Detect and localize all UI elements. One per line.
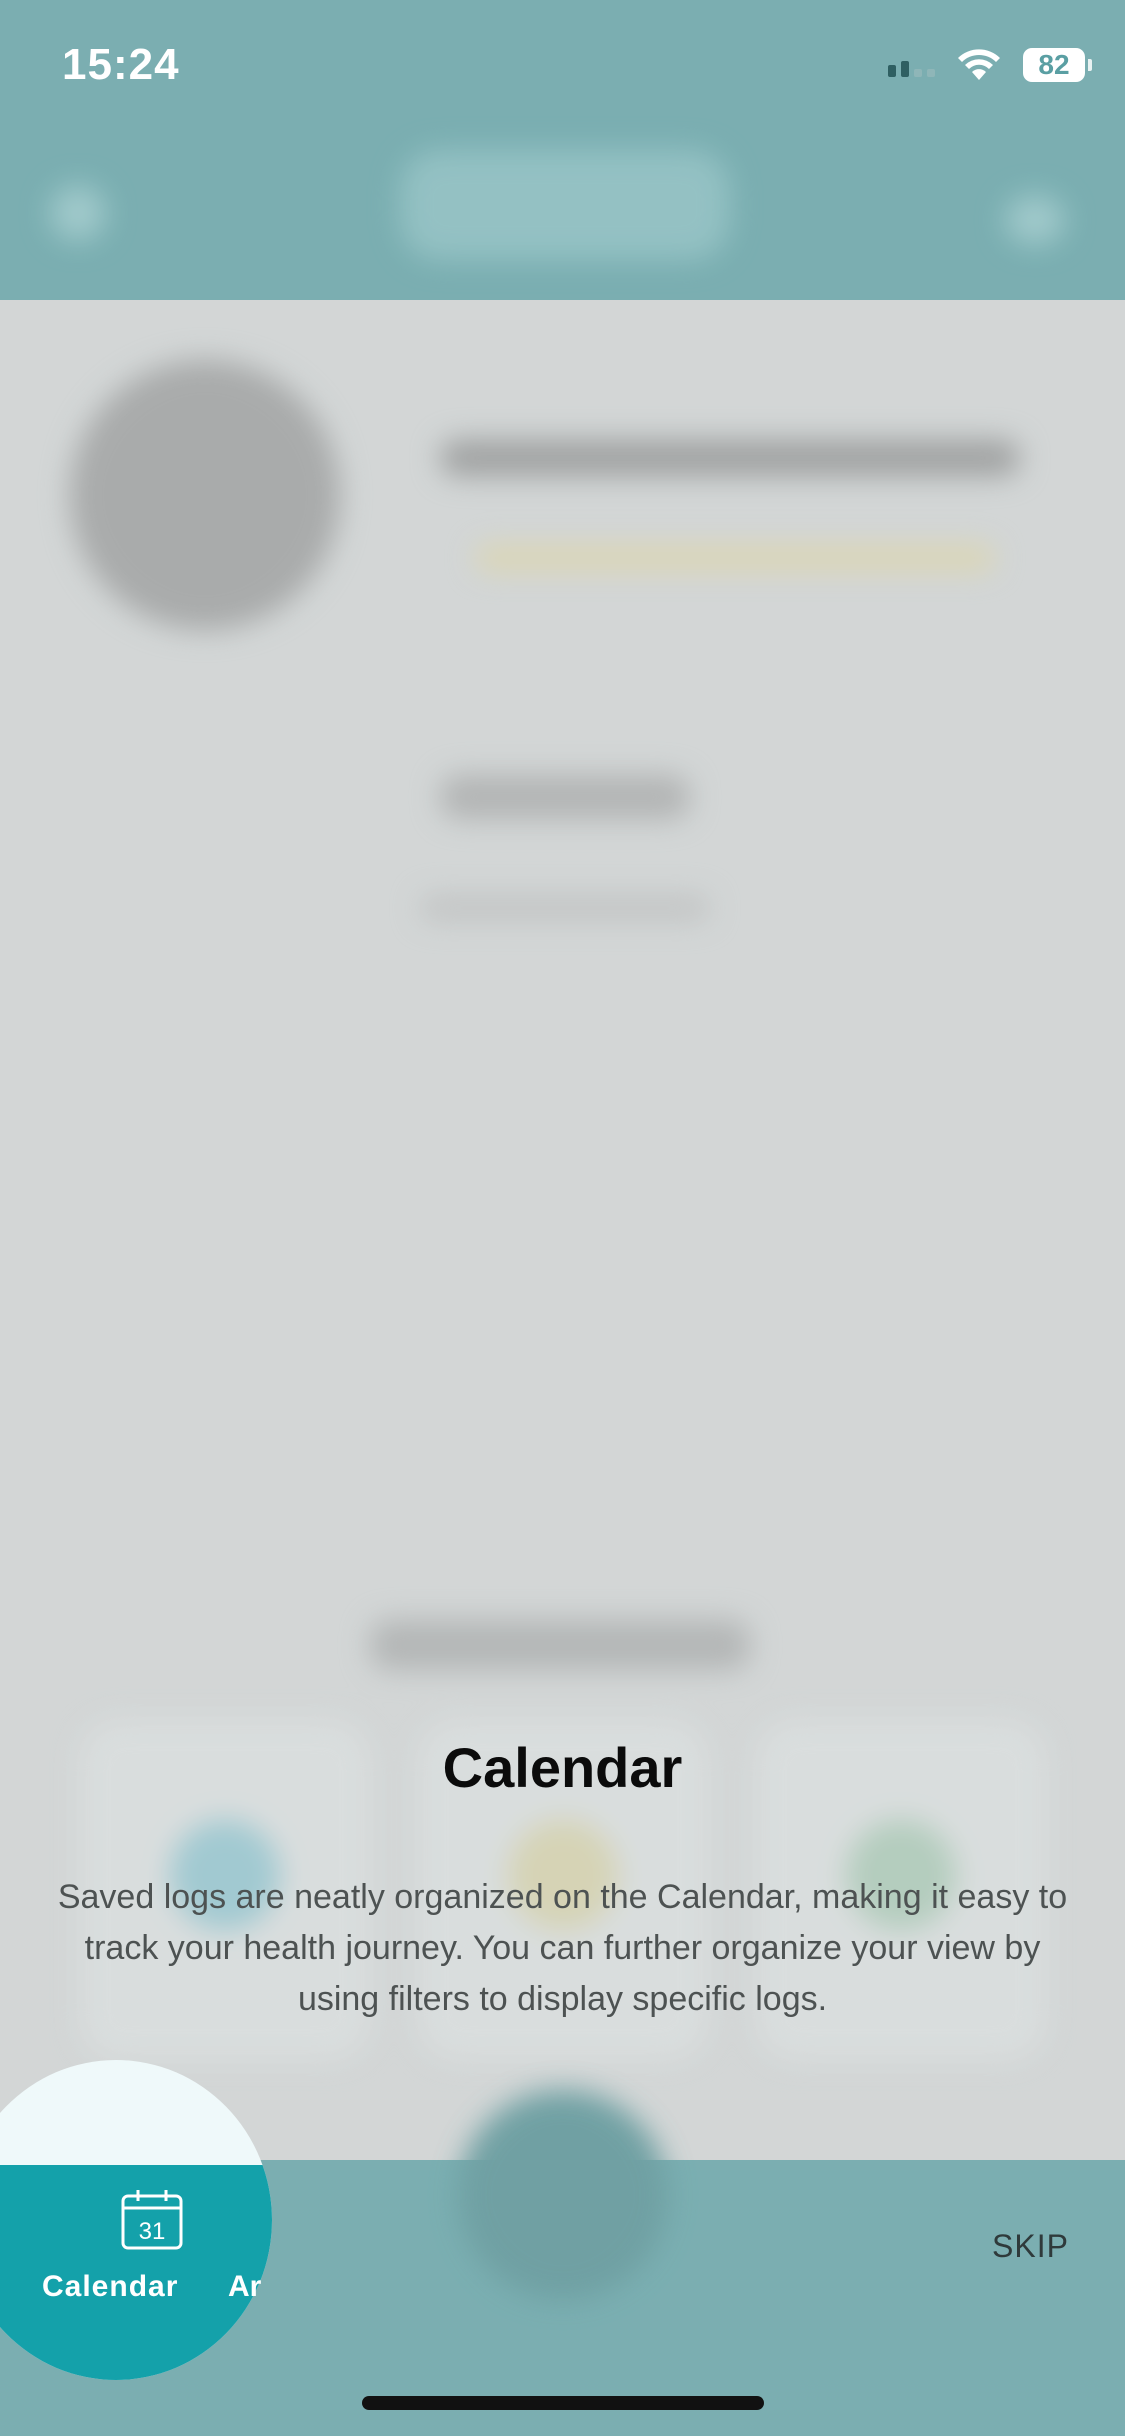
skip-button[interactable]: SKIP <box>992 2228 1069 2265</box>
wifi-icon <box>958 49 1000 80</box>
coach-description: Saved logs are neatly organized on the C… <box>57 1878 1068 2018</box>
calendar-icon[interactable]: 31 <box>120 2188 184 2252</box>
cellular-signal-icon <box>888 53 935 77</box>
battery-icon: 82 <box>1023 48 1092 82</box>
home-indicator[interactable] <box>362 2396 764 2410</box>
status-time: 15:24 <box>62 40 180 89</box>
tab-calendar-label[interactable]: Calendar <box>42 2270 178 2304</box>
calendar-icon-day: 31 <box>139 2218 166 2245</box>
tab-next-partial-label: Ar <box>228 2270 262 2303</box>
status-bar: 15:24 82 <box>0 0 1125 140</box>
coach-title: Calendar <box>442 1736 683 1799</box>
